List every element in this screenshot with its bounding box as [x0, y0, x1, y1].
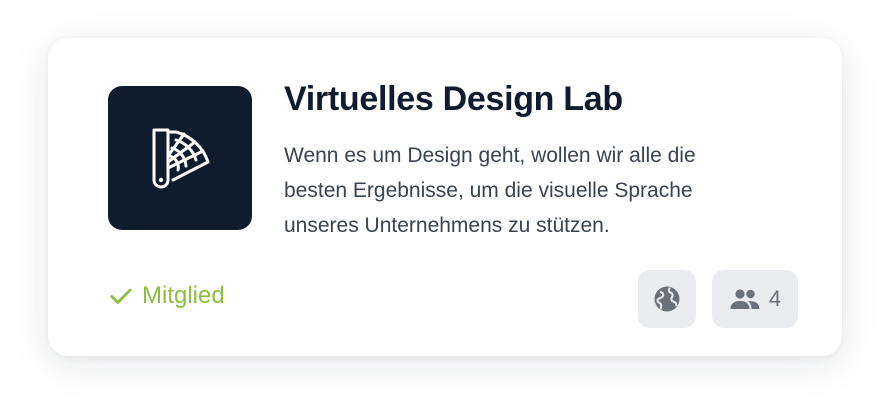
membership-status-label: Mitglied	[142, 282, 225, 309]
people-icon	[730, 289, 760, 309]
color-swatch-fan-icon	[152, 128, 210, 189]
group-logo	[108, 86, 252, 230]
member-count: 4	[768, 286, 782, 311]
visibility-button[interactable]	[638, 270, 696, 328]
globe-icon	[654, 286, 680, 312]
group-description: Wenn es um Design geht, wollen wir alle …	[284, 144, 696, 237]
membership-status: Mitglied	[108, 282, 225, 310]
members-button[interactable]: 4	[712, 270, 798, 328]
group-title: Virtuelles Design Lab	[284, 80, 623, 118]
check-icon	[110, 288, 132, 304]
group-card[interactable]: Virtuelles Design Lab Wenn es um Design …	[48, 38, 842, 356]
